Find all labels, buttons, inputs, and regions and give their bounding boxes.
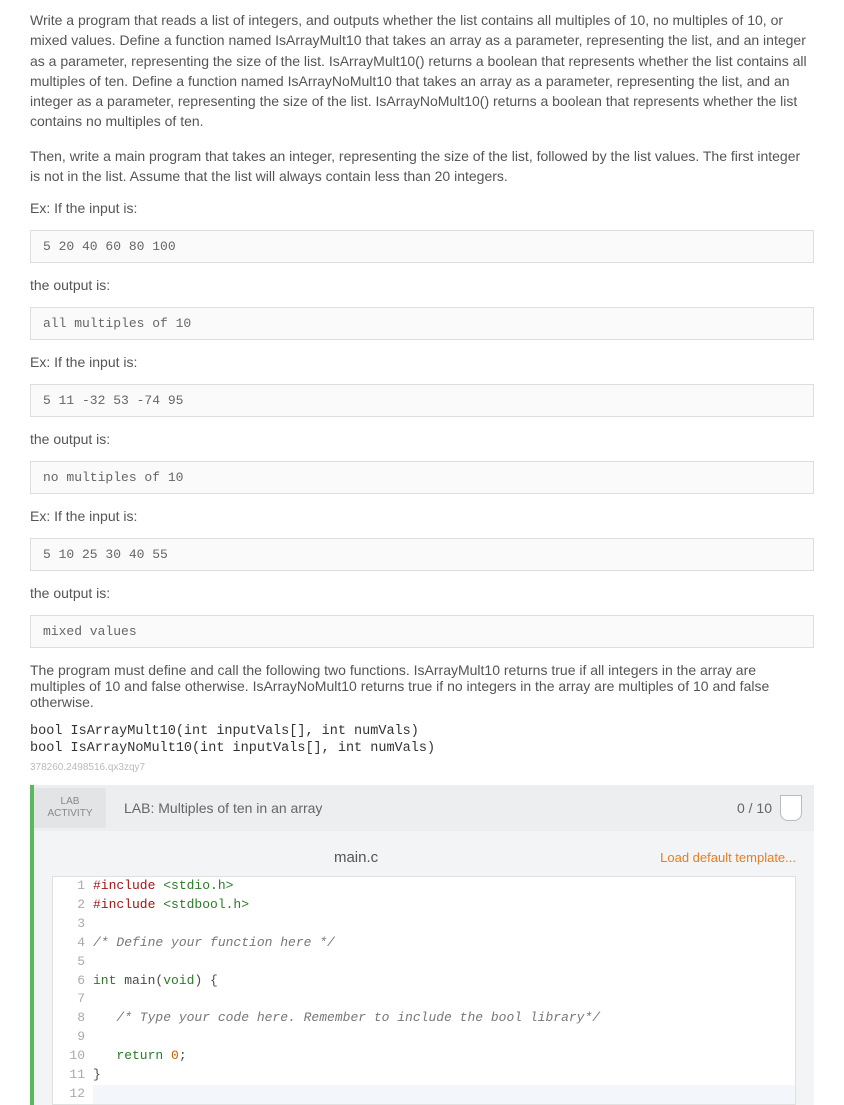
editor-line: 12 [53,1085,795,1104]
editor-line: 9 [53,1028,795,1047]
code-content[interactable] [93,1028,795,1047]
code-content[interactable] [93,953,795,972]
shield-icon [780,795,802,821]
editor-line: 5 [53,953,795,972]
lab-title: LAB: Multiples of ten in an array [106,800,737,816]
code-content[interactable] [93,1085,795,1104]
intro-paragraph-2: Then, write a main program that takes an… [30,146,814,187]
lab-header: LAB ACTIVITY LAB: Multiples of ten in an… [34,785,814,831]
line-number: 12 [53,1085,93,1104]
line-number: 11 [53,1066,93,1085]
intro-paragraph-1: Write a program that reads a list of int… [30,10,814,132]
example-3-input: 5 10 25 30 40 55 [30,538,814,571]
lab-activity-label-2: ACTIVITY [44,808,96,820]
problem-description: Write a program that reads a list of int… [30,10,814,186]
line-number: 10 [53,1047,93,1066]
line-number: 5 [53,953,93,972]
line-number: 7 [53,990,93,1009]
file-name: main.c [52,849,660,866]
signature-2: bool IsArrayNoMult10(int inputVals[], in… [30,741,814,756]
code-content[interactable] [93,990,795,1009]
lab-activity-panel: LAB ACTIVITY LAB: Multiples of ten in an… [30,785,814,1104]
example-1-output-label: the output is: [30,277,814,293]
line-number: 9 [53,1028,93,1047]
line-number: 1 [53,877,93,896]
tiny-id: 378260.2498516.qx3zqy7 [30,762,814,773]
editor-line: 11 } [53,1066,795,1085]
code-content[interactable]: /* Define your function here */ [93,934,795,953]
line-number: 4 [53,934,93,953]
lab-score: 0 / 10 [737,800,780,816]
example-3-output-label: the output is: [30,585,814,601]
example-1-input: 5 20 40 60 80 100 [30,230,814,263]
editor-line: 2 #include <stdbool.h> [53,896,795,915]
code-content[interactable]: #include <stdio.h> [93,877,795,896]
example-3-output: mixed values [30,615,814,648]
editor-line: 4 /* Define your function here */ [53,934,795,953]
editor-line: 1 #include <stdio.h> [53,877,795,896]
editor-line: 3 [53,915,795,934]
example-2-input-label: Ex: If the input is: [30,354,814,370]
code-content[interactable]: /* Type your code here. Remember to incl… [93,1009,795,1028]
editor-zone: main.c Load default template... 1 #inclu… [34,831,814,1104]
example-2-input: 5 11 -32 53 -74 95 [30,384,814,417]
load-default-template-link[interactable]: Load default template... [660,850,796,865]
editor-line: 6 int main(void) { [53,972,795,991]
lab-activity-label-1: LAB [44,796,96,808]
code-content[interactable]: int main(void) { [93,972,795,991]
example-2-output-label: the output is: [30,431,814,447]
editor-line: 8 /* Type your code here. Remember to in… [53,1009,795,1028]
lab-activity-tab[interactable]: LAB ACTIVITY [34,788,106,828]
line-number: 2 [53,896,93,915]
code-editor[interactable]: 1 #include <stdio.h> 2 #include <stdbool… [52,876,796,1104]
code-content[interactable] [93,915,795,934]
example-2-output: no multiples of 10 [30,461,814,494]
code-content[interactable]: #include <stdbool.h> [93,896,795,915]
editor-line: 10 return 0; [53,1047,795,1066]
code-content[interactable]: return 0; [93,1047,795,1066]
line-number: 6 [53,972,93,991]
example-1-input-label: Ex: If the input is: [30,200,814,216]
must-define-text: The program must define and call the fol… [30,662,814,710]
code-content[interactable]: } [93,1066,795,1085]
line-number: 3 [53,915,93,934]
editor-line: 7 [53,990,795,1009]
file-bar: main.c Load default template... [52,849,796,866]
example-3-input-label: Ex: If the input is: [30,508,814,524]
line-number: 8 [53,1009,93,1028]
example-1-output: all multiples of 10 [30,307,814,340]
signature-1: bool IsArrayMult10(int inputVals[], int … [30,724,814,739]
